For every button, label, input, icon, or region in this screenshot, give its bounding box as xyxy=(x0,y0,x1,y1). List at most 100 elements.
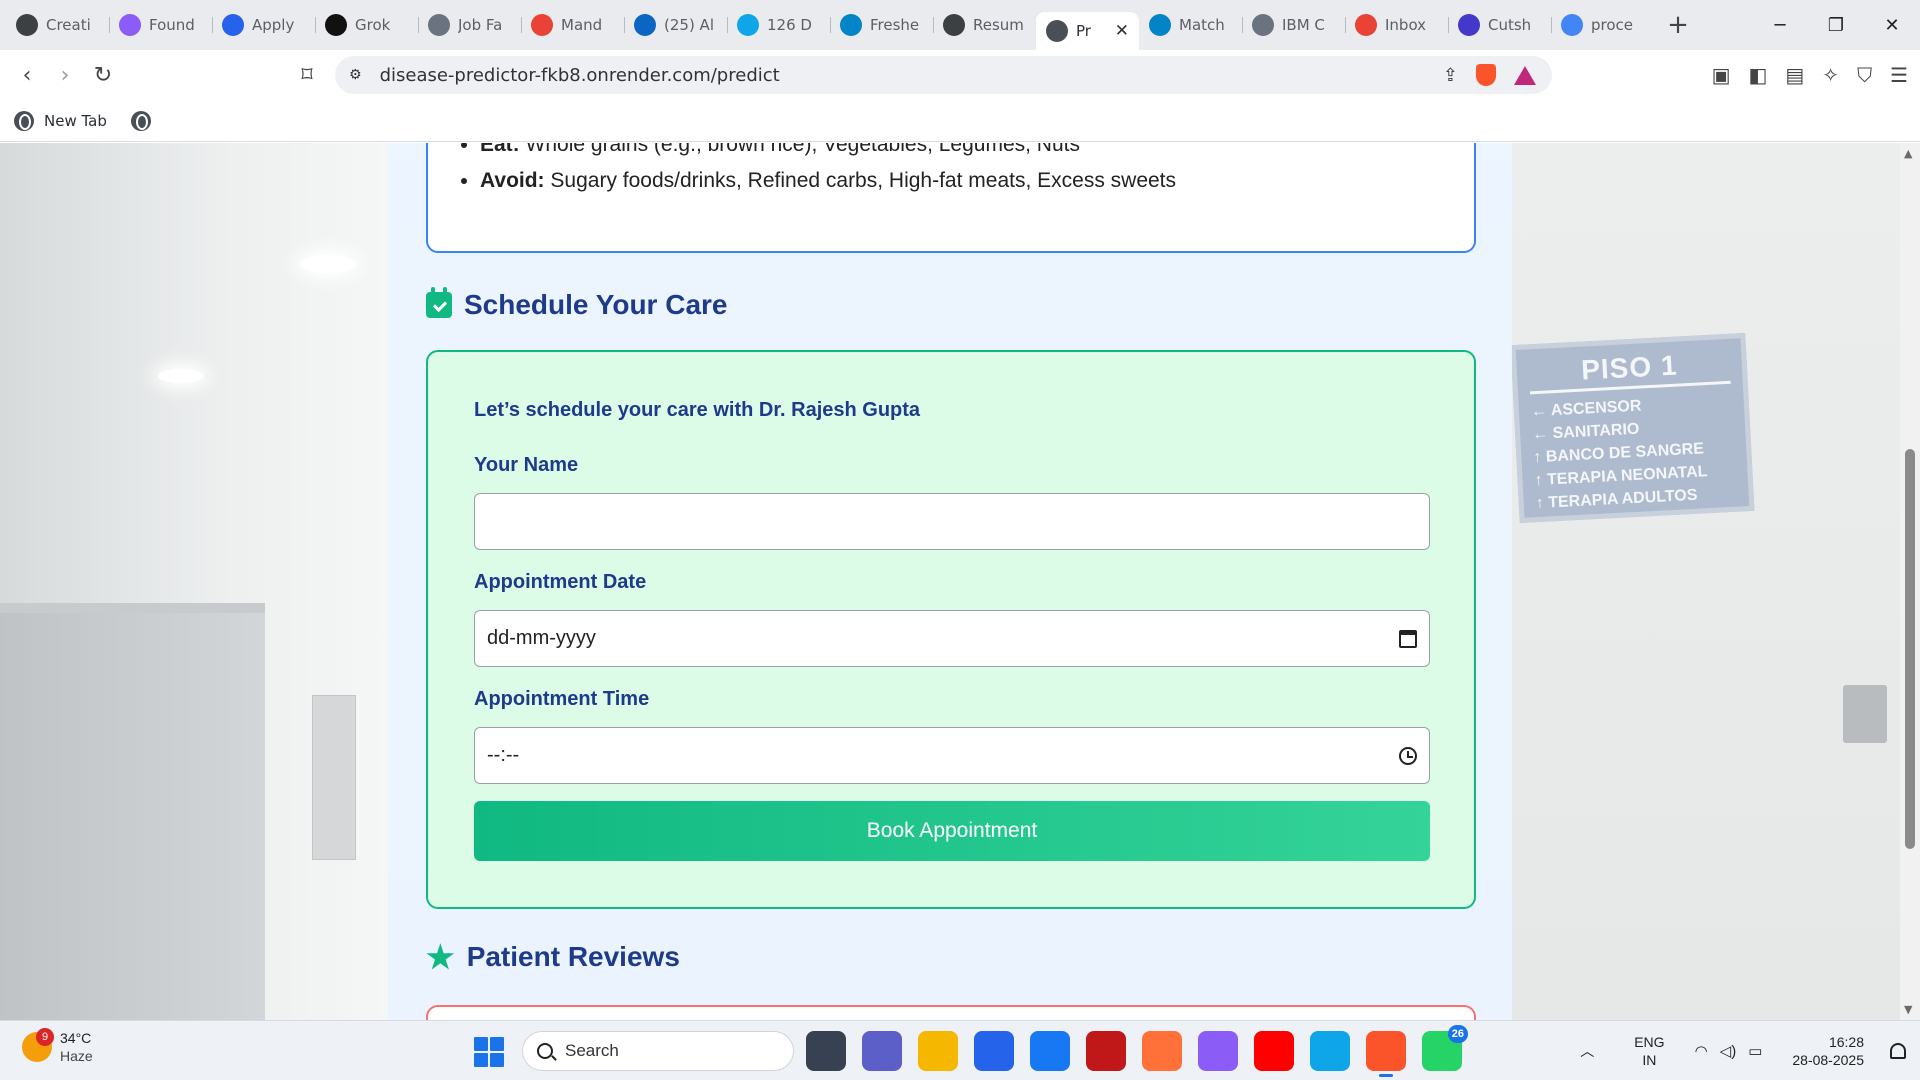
tab-title: IBM C xyxy=(1282,16,1325,34)
c-icon xyxy=(1458,14,1480,36)
wifi-icon: ◠ xyxy=(1694,1043,1708,1060)
youtube-icon[interactable] xyxy=(1254,1031,1294,1071)
whatsapp-icon[interactable]: 26 xyxy=(1422,1025,1468,1071)
hospital-sign: PISO 1 ← ASCENSOR ← SANITARIO ↑ BANCO DE… xyxy=(1510,332,1755,524)
edge-beta-icon[interactable] xyxy=(1310,1031,1350,1071)
k-icon xyxy=(222,14,244,36)
book-appointment-button[interactable]: Book Appointment xyxy=(474,801,1430,861)
wallet-icon[interactable]: ▤ xyxy=(1785,63,1804,87)
task-view-icon[interactable] xyxy=(806,1031,846,1071)
is-icon xyxy=(840,14,862,36)
search-icon xyxy=(537,1043,553,1059)
globe-icon[interactable] xyxy=(130,110,151,131)
time-label: Appointment Time xyxy=(474,688,650,710)
scroll-up-arrow-icon[interactable]: ▲ xyxy=(1904,147,1912,160)
microsoft-store-icon[interactable] xyxy=(974,1031,1014,1071)
bookmarks-bar: New Tab xyxy=(0,100,1920,142)
taskbar-clock[interactable]: 16:28 28-08-2025 xyxy=(1792,1033,1864,1069)
close-tab-icon[interactable]: ✕ xyxy=(1115,21,1129,41)
date-input[interactable]: dd-mm-yyyy xyxy=(474,610,1430,667)
bookmark-new-tab[interactable]: New Tab xyxy=(44,112,107,130)
leo-ai-icon[interactable]: ✧ xyxy=(1822,63,1839,87)
browser-tab[interactable]: 126 D xyxy=(727,6,830,44)
browser-tab[interactable]: Resum xyxy=(933,6,1036,44)
browser-tab[interactable]: IBM C xyxy=(1242,6,1345,44)
calendar-check-icon xyxy=(426,287,452,318)
address-bar[interactable]: ⚙ disease-predictor-fkb8.onrender.com/pr… xyxy=(335,56,1552,94)
sidebar-icon[interactable]: ◧ xyxy=(1748,63,1767,87)
minimize-button[interactable]: ─ xyxy=(1752,0,1808,50)
vpn-icon[interactable]: ⛉ xyxy=(1857,63,1872,87)
browser-tab[interactable]: Creati xyxy=(6,6,109,44)
taskbar-search[interactable]: Search xyxy=(522,1031,794,1071)
close-window-button[interactable]: ✕ xyxy=(1864,0,1920,50)
share-icon[interactable]: ⇪ xyxy=(1443,65,1458,86)
browser-tab[interactable]: Job Fa xyxy=(418,6,521,44)
windows-logo-pane xyxy=(474,1053,488,1067)
quick-settings[interactable]: ◠ ◁) ▭ xyxy=(1695,1042,1763,1060)
browser-tab[interactable]: Match xyxy=(1139,6,1242,44)
scroll-down-arrow-icon[interactable]: ▼ xyxy=(1904,1003,1912,1016)
browser-tab[interactable]: Cutsh xyxy=(1448,6,1551,44)
tab-title: Job Fa xyxy=(458,16,503,34)
brave-shields-icon[interactable] xyxy=(1476,64,1496,86)
date-placeholder: dd-mm-yyyy xyxy=(487,627,596,649)
start-button[interactable] xyxy=(474,1037,504,1067)
language-indicator[interactable]: ENG IN xyxy=(1634,1033,1664,1069)
restore-button[interactable]: ❐ xyxy=(1808,0,1864,50)
browser-tab-active[interactable]: Pr ✕ xyxy=(1036,12,1139,50)
site-info-icon[interactable]: ⚙ xyxy=(349,67,362,83)
browser-toolbar: ‹ › ↻ ⌑ ⚙ disease-predictor-fkb8.onrende… xyxy=(0,50,1920,100)
schedule-form-card: Let’s schedule your care with Dr. Rajesh… xyxy=(426,350,1476,909)
forward-button[interactable]: › xyxy=(46,56,84,94)
new-tab-button[interactable]: + xyxy=(1660,7,1696,43)
tab-title: 126 D xyxy=(767,16,812,34)
clock-icon[interactable] xyxy=(1399,746,1417,765)
teams-icon[interactable] xyxy=(862,1031,902,1071)
reload-button[interactable]: ↻ xyxy=(84,56,122,94)
tab-title: Apply xyxy=(252,16,295,34)
back-button[interactable]: ‹ xyxy=(8,56,46,94)
windows-logo-pane xyxy=(490,1037,504,1051)
time-input[interactable]: --:-- xyxy=(474,727,1430,784)
browser-tab[interactable]: Apply xyxy=(212,6,315,44)
browser-tab[interactable]: proce xyxy=(1551,6,1654,44)
avoid-text: Sugary foods/drinks, Refined carbs, High… xyxy=(550,169,1177,192)
name-input[interactable] xyxy=(474,493,1430,550)
brave-rewards-icon[interactable] xyxy=(1514,65,1536,85)
elevator-door xyxy=(0,603,265,1020)
page-scrollbar[interactable]: ▲ ▼ xyxy=(1900,143,1920,1020)
show-hidden-icons-icon[interactable]: ︿ xyxy=(1580,1041,1594,1061)
mcafee-icon[interactable] xyxy=(1086,1031,1126,1071)
calendar-icon[interactable] xyxy=(1399,629,1417,648)
diet-avoid-item: Avoid: Sugary foods/drinks, Refined carb… xyxy=(480,163,1176,199)
browser-tab[interactable]: Found xyxy=(109,6,212,44)
tab-title: Inbox xyxy=(1385,16,1427,34)
windows-logo-pane xyxy=(474,1037,488,1051)
menu-icon[interactable]: ☰ xyxy=(1890,63,1908,87)
weather-widget[interactable]: 9 34°C Haze xyxy=(22,1028,93,1065)
facebook-icon[interactable] xyxy=(1030,1031,1070,1071)
browser-tab[interactable]: Freshe xyxy=(830,6,933,44)
ceiling-light xyxy=(300,255,356,273)
browser-tab[interactable]: Inbox xyxy=(1345,6,1448,44)
firefox-icon[interactable] xyxy=(1142,1031,1182,1071)
reader-mode-icon[interactable]: ▣ xyxy=(1712,63,1731,87)
copilot-icon[interactable] xyxy=(1198,1031,1238,1071)
star-icon: ★ xyxy=(426,939,455,975)
openai-icon xyxy=(16,14,38,36)
system-tray: ︿ ENG IN ◠ ◁) ▭ 16:28 28-08-2025 xyxy=(1580,1021,1920,1080)
page-viewport: PISO 1 ← ASCENSOR ← SANITARIO ↑ BANCO DE… xyxy=(0,143,1920,1020)
browser-tab[interactable]: Mand xyxy=(521,6,624,44)
bookmark-page-button[interactable]: ⌑ xyxy=(288,56,326,94)
file-explorer-icon[interactable] xyxy=(918,1031,958,1071)
notification-bell-icon[interactable] xyxy=(1890,1043,1906,1059)
browser-tab[interactable]: Grok xyxy=(315,6,418,44)
gmail-icon xyxy=(531,14,553,36)
scrollbar-thumb[interactable] xyxy=(1905,449,1915,849)
brave-icon[interactable] xyxy=(1366,1031,1406,1077)
browser-tab[interactable]: (25) Al xyxy=(624,6,727,44)
url-text[interactable]: disease-predictor-fkb8.onrender.com/pred… xyxy=(380,65,780,86)
clock-time: 16:28 xyxy=(1828,1034,1864,1050)
avoid-label: Avoid: xyxy=(480,169,545,192)
